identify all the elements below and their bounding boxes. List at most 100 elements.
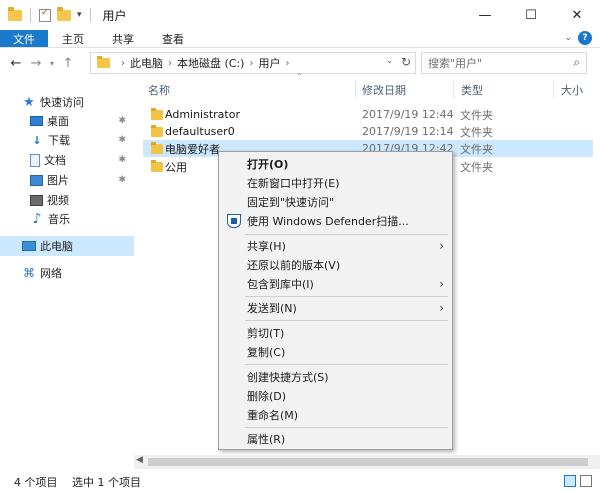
forward-arrow-icon[interactable]: →: [26, 56, 46, 71]
selected-count: 选中 1 个项目: [72, 475, 141, 489]
breadcrumb-this-pc[interactable]: 此电脑: [130, 55, 163, 71]
windows-defender-icon: [227, 214, 241, 228]
up-arrow-icon[interactable]: ↑: [58, 56, 78, 71]
sort-ascending-icon: ⌃: [296, 72, 303, 81]
column-header-date[interactable]: 修改日期: [362, 82, 406, 98]
customize-toolbar-chevron-icon[interactable]: ▾: [77, 10, 82, 20]
back-arrow-icon[interactable]: ←: [6, 56, 26, 71]
menu-item-label: 使用 Windows Defender扫描...: [247, 214, 409, 228]
search-icon[interactable]: ⌕: [573, 55, 580, 70]
menu-item-defender-scan[interactable]: 使用 Windows Defender扫描...: [219, 211, 452, 230]
refresh-icon[interactable]: ↻: [401, 55, 411, 69]
menu-item-open[interactable]: 打开(O): [219, 154, 452, 173]
desktop-icon: [30, 116, 43, 126]
table-row[interactable]: defaultuser0 2017/9/19 12:14 文件夹: [143, 123, 593, 140]
sidebar-item-desktop[interactable]: 桌面 ✱: [0, 111, 134, 131]
recent-locations-chevron-icon[interactable]: ▾: [46, 59, 58, 68]
menu-item-label: 共享(H): [247, 239, 286, 253]
menu-item-copy[interactable]: 复制(C): [219, 342, 452, 361]
menu-item-cut[interactable]: 剪切(T): [219, 323, 452, 342]
breadcrumb-users[interactable]: 用户: [258, 55, 280, 71]
breadcrumb-separator-icon[interactable]: ›: [285, 58, 289, 69]
sidebar-item-label: 桌面: [47, 115, 69, 128]
item-count: 4 个项目: [14, 475, 58, 489]
details-view-icon[interactable]: [564, 475, 576, 487]
search-box[interactable]: ⌕: [421, 52, 587, 74]
sidebar-item-network[interactable]: ⌘ 网络: [0, 263, 134, 283]
address-history-chevron-icon[interactable]: ⌄: [386, 56, 393, 65]
column-header-name[interactable]: 名称: [148, 82, 170, 98]
column-divider[interactable]: [553, 80, 554, 98]
file-name: 电脑爱好者: [165, 142, 220, 156]
scroll-left-arrow-icon[interactable]: ◀: [136, 455, 143, 465]
sidebar-item-quick-access[interactable]: ★ 快速访问: [0, 92, 134, 112]
new-folder-icon[interactable]: [57, 6, 71, 21]
menu-item-delete[interactable]: 删除(D): [219, 386, 452, 405]
menu-item-create-shortcut[interactable]: 创建快捷方式(S): [219, 367, 452, 386]
folder-icon: [8, 6, 22, 21]
sidebar-item-label: 图片: [47, 174, 69, 187]
menu-item-restore-versions[interactable]: 还原以前的版本(V): [219, 255, 452, 274]
menu-divider: [245, 234, 448, 235]
pin-icon[interactable]: ✱: [118, 135, 126, 145]
menu-item-pin-quick-access[interactable]: 固定到"快速访问": [219, 192, 452, 211]
large-icons-view-icon[interactable]: [580, 475, 592, 487]
tab-file[interactable]: 文件: [0, 30, 48, 47]
tab-home[interactable]: 主页: [48, 30, 98, 47]
sidebar-item-documents[interactable]: 文档 ✱: [0, 150, 134, 170]
column-divider[interactable]: [453, 80, 454, 98]
file-type: 文件夹: [460, 108, 493, 122]
help-icon[interactable]: ?: [578, 31, 592, 45]
title-bar: ▾ 用户 — ☐ ✕: [0, 0, 600, 30]
breadcrumb-separator-icon[interactable]: ›: [121, 58, 125, 69]
folder-icon: [151, 141, 163, 154]
pin-icon[interactable]: ✱: [118, 155, 126, 165]
minimize-button[interactable]: —: [462, 0, 508, 30]
sidebar-item-label: 音乐: [48, 213, 70, 226]
videos-icon: [30, 194, 43, 206]
breadcrumb-separator-icon[interactable]: ›: [168, 58, 172, 69]
pin-icon[interactable]: ✱: [118, 116, 126, 126]
menu-item-send-to[interactable]: 发送到(N) ›: [219, 298, 452, 317]
submenu-arrow-icon: ›: [439, 276, 444, 291]
tab-view[interactable]: 查看: [148, 30, 198, 47]
pin-icon[interactable]: ✱: [118, 175, 126, 185]
toolbar-divider: [89, 8, 91, 22]
menu-divider: [245, 320, 448, 321]
sidebar-item-music[interactable]: ♪ 音乐: [0, 209, 134, 229]
toolbar-divider: [30, 8, 31, 22]
sidebar-item-label: 网络: [40, 267, 62, 280]
sidebar-item-this-pc[interactable]: 此电脑: [0, 236, 134, 256]
address-bar[interactable]: › 此电脑 › 本地磁盘 (C:) › 用户 › ⌄ ↻: [90, 52, 416, 74]
column-divider[interactable]: [355, 80, 356, 98]
menu-item-open-new-window[interactable]: 在新窗口中打开(E): [219, 173, 452, 192]
sidebar-item-label: 下载: [48, 134, 70, 147]
window-controls: — ☐ ✕: [462, 0, 600, 30]
sidebar-item-downloads[interactable]: ↓ 下载 ✱: [0, 130, 134, 150]
table-row[interactable]: Administrator 2017/9/19 12:44 文件夹: [143, 106, 593, 123]
submenu-arrow-icon: ›: [439, 238, 444, 253]
menu-item-include-library[interactable]: 包含到库中(I) ›: [219, 274, 452, 293]
sidebar-item-label: 快速访问: [40, 96, 84, 109]
sidebar-item-pictures[interactable]: 图片 ✱: [0, 170, 134, 190]
properties-icon[interactable]: [39, 8, 51, 22]
breadcrumb-local-disk[interactable]: 本地磁盘 (C:): [177, 55, 244, 71]
menu-item-share[interactable]: 共享(H) ›: [219, 236, 452, 255]
menu-divider: [245, 296, 448, 297]
column-header-size[interactable]: 大小: [561, 82, 583, 98]
expand-ribbon-chevron-icon[interactable]: ⌄: [564, 33, 572, 43]
search-input[interactable]: [428, 56, 563, 70]
view-toggle: [564, 475, 592, 487]
quick-access-toolbar: ▾: [0, 6, 93, 22]
horizontal-scrollbar[interactable]: ◀: [134, 455, 600, 469]
tab-share[interactable]: 共享: [98, 30, 148, 47]
scrollbar-thumb[interactable]: [148, 458, 588, 466]
menu-item-properties[interactable]: 属性(R): [219, 429, 452, 448]
breadcrumb-separator-icon[interactable]: ›: [249, 58, 253, 69]
sidebar-item-videos[interactable]: 视频: [0, 190, 134, 210]
close-button[interactable]: ✕: [554, 0, 600, 30]
menu-item-label: 包含到库中(I): [247, 277, 314, 291]
menu-item-rename[interactable]: 重命名(M): [219, 405, 452, 424]
maximize-button[interactable]: ☐: [508, 0, 554, 30]
column-header-type[interactable]: 类型: [461, 82, 483, 98]
